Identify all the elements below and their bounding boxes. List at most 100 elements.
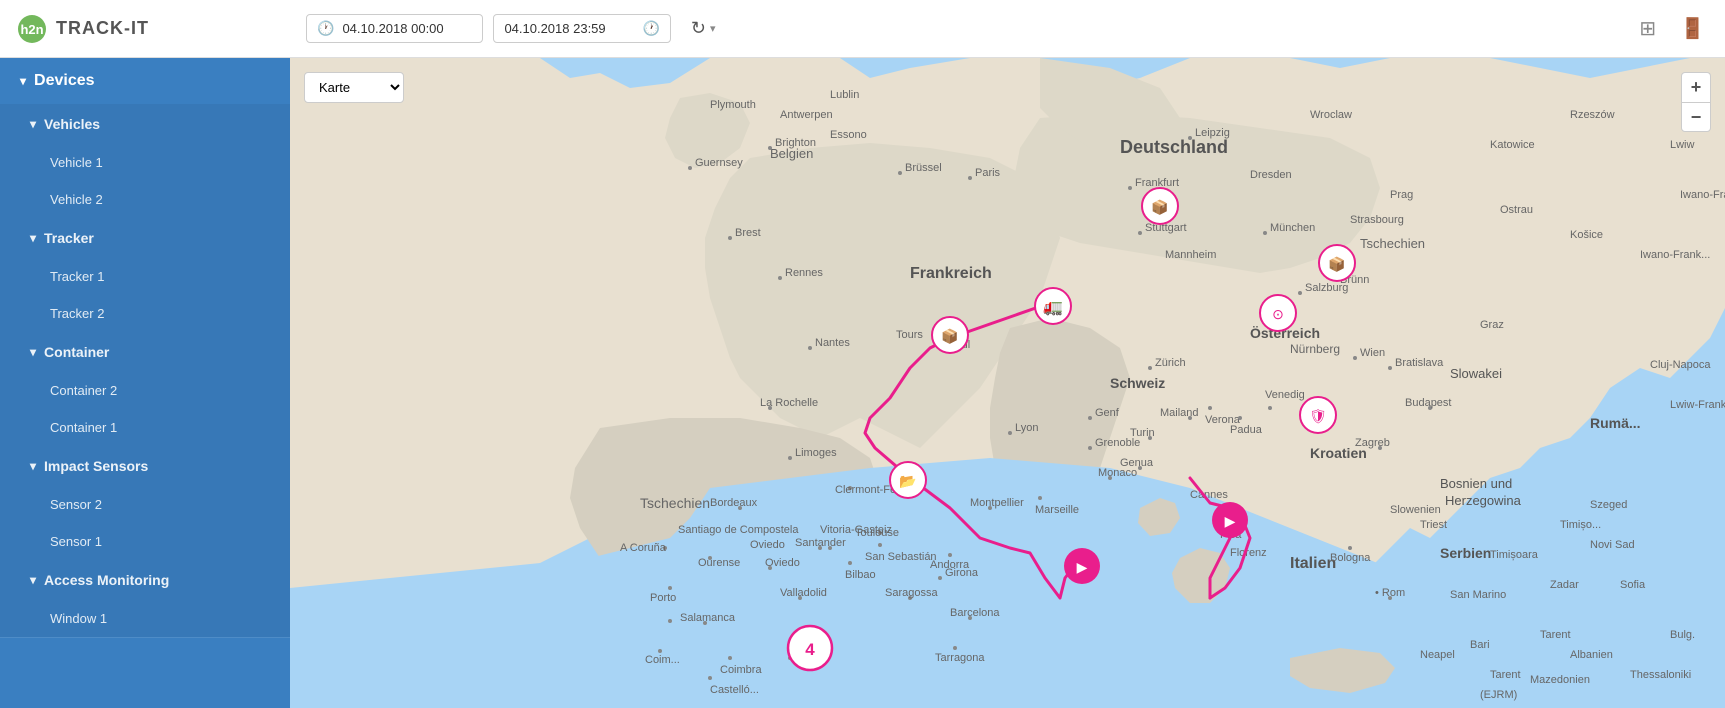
svg-text:Marseille: Marseille — [1035, 504, 1079, 516]
svg-text:Tarent: Tarent — [1490, 669, 1521, 681]
map-area[interactable]: Karte Satellit Hybrid + − — [290, 58, 1725, 708]
map-type-dropdown[interactable]: Karte Satellit Hybrid — [304, 72, 404, 103]
svg-text:Thessaloniki: Thessaloniki — [1630, 669, 1691, 681]
svg-text:Prag: Prag — [1390, 189, 1413, 201]
svg-text:Andorra: Andorra — [930, 559, 970, 571]
svg-text:Bulg.: Bulg. — [1670, 629, 1695, 641]
svg-text:Slowakei: Slowakei — [1450, 366, 1502, 381]
vehicles-label: Vehicles — [44, 116, 100, 132]
sidebar-item-vehicle1[interactable]: Vehicle 1 — [0, 144, 290, 181]
datetime-end-field[interactable]: 🕐 — [493, 14, 670, 43]
zoom-in-button[interactable]: + — [1681, 72, 1711, 102]
svg-text:Mannheim: Mannheim — [1165, 249, 1216, 261]
sidebar-item-sensor1[interactable]: Sensor 1 — [0, 523, 290, 560]
svg-text:Wien: Wien — [1360, 347, 1385, 359]
svg-text:Lublin: Lublin — [830, 89, 859, 101]
svg-text:Tarent: Tarent — [1540, 629, 1571, 641]
sidebar-subgroup-container: ▾ Container Container 2 Container 1 — [0, 332, 290, 446]
tracker-chevron: ▾ — [30, 231, 36, 245]
svg-text:Essono: Essono — [830, 129, 867, 141]
header-right: ⊞ 🚪 — [1635, 12, 1709, 45]
sidebar-item-tracker2[interactable]: Tracker 2 — [0, 295, 290, 332]
container-subheader[interactable]: ▾ Container — [0, 332, 290, 372]
svg-text:Salamanca: Salamanca — [680, 612, 736, 624]
svg-text:Brüssel: Brüssel — [905, 162, 942, 174]
sidebar-subgroup-impact-sensors: ▾ Impact Sensors Sensor 2 Sensor 1 — [0, 446, 290, 560]
sidebar-item-sensor2[interactable]: Sensor 2 — [0, 486, 290, 523]
svg-text:Mailand: Mailand — [1160, 407, 1199, 419]
access-monitoring-subheader[interactable]: ▾ Access Monitoring — [0, 560, 290, 600]
svg-text:Coimbra: Coimbra — [720, 664, 762, 676]
svg-text:Tours: Tours — [896, 329, 923, 341]
logo-icon: h2n — [16, 13, 48, 45]
svg-text:Schweiz: Schweiz — [1110, 375, 1165, 391]
grid-icon: ⊞ — [1639, 18, 1656, 40]
map-type-selector[interactable]: Karte Satellit Hybrid — [304, 72, 404, 103]
svg-text:⊙: ⊙ — [1272, 306, 1284, 322]
svg-text:(EJRM): (EJRM) — [1480, 689, 1517, 701]
svg-text:Bilbao: Bilbao — [845, 569, 876, 581]
svg-text:Rzeszów: Rzeszów — [1570, 109, 1615, 121]
tracker-label: Tracker — [44, 230, 94, 246]
svg-text:Strasbourg: Strasbourg — [1350, 214, 1404, 226]
svg-text:Neapel: Neapel — [1420, 649, 1455, 661]
svg-text:Vitoria-Gasteiz: Vitoria-Gasteiz — [820, 524, 892, 536]
svg-text:Turin: Turin — [1130, 427, 1155, 439]
container-label: Container — [44, 344, 109, 360]
svg-text:Santander: Santander — [795, 537, 846, 549]
svg-text:Oviedo: Oviedo — [765, 557, 800, 569]
svg-text:Bari: Bari — [1470, 639, 1490, 651]
svg-text:Plymouth: Plymouth — [710, 99, 756, 111]
sidebar-item-container2[interactable]: Container 2 — [0, 372, 290, 409]
svg-text:📦: 📦 — [1328, 256, 1345, 273]
svg-text:4: 4 — [805, 640, 815, 659]
datetime-start-input[interactable] — [342, 21, 472, 36]
svg-text:📂: 📂 — [899, 473, 916, 489]
svg-text:Tarragona: Tarragona — [935, 652, 985, 664]
container-chevron: ▾ — [30, 345, 36, 359]
impact-sensors-label: Impact Sensors — [44, 458, 148, 474]
svg-text:• Rom: • Rom — [1375, 587, 1405, 599]
sidebar-devices-header[interactable]: ▾ Devices — [0, 58, 290, 104]
header-controls: 🕐 🕐 ↻ ▾ — [306, 12, 1635, 45]
zoom-out-button[interactable]: − — [1681, 102, 1711, 132]
svg-text:Brest: Brest — [735, 227, 761, 239]
sidebar-item-window1[interactable]: Window 1 — [0, 600, 290, 637]
datetime-start-field[interactable]: 🕐 — [306, 14, 483, 43]
exit-icon: 🚪 — [1680, 18, 1705, 40]
svg-text:Florenz: Florenz — [1230, 547, 1267, 559]
sidebar-item-container1[interactable]: Container 1 — [0, 409, 290, 446]
svg-text:Iwano-Frank...: Iwano-Frank... — [1680, 189, 1725, 201]
access-monitoring-chevron: ▾ — [30, 573, 36, 587]
svg-text:Genf: Genf — [1095, 407, 1120, 419]
tracker-subheader[interactable]: ▾ Tracker — [0, 218, 290, 258]
svg-text:San Marino: San Marino — [1450, 589, 1506, 601]
svg-text:Ostrau: Ostrau — [1500, 204, 1533, 216]
svg-text:Cluj-Napoca: Cluj-Napoca — [1650, 359, 1711, 371]
svg-text:▶: ▶ — [1225, 513, 1236, 529]
sidebar-item-tracker1[interactable]: Tracker 1 — [0, 258, 290, 295]
svg-text:Budapest: Budapest — [1405, 397, 1451, 409]
svg-text:Castelló...: Castelló... — [710, 684, 759, 696]
refresh-button[interactable]: ↻ ▾ — [681, 12, 726, 45]
svg-text:Lyon: Lyon — [1015, 422, 1038, 434]
svg-text:Košice: Košice — [1570, 229, 1603, 241]
svg-text:Nürnberg: Nürnberg — [1290, 342, 1340, 356]
svg-text:Iwano-Frank...: Iwano-Frank... — [1640, 249, 1710, 261]
svg-text:Zadar: Zadar — [1550, 579, 1579, 591]
svg-text:Lwiw-Frank...: Lwiw-Frank... — [1670, 399, 1725, 411]
impact-sensors-subheader[interactable]: ▾ Impact Sensors — [0, 446, 290, 486]
svg-text:Novi Sad: Novi Sad — [1590, 539, 1635, 551]
svg-text:Frankreich: Frankreich — [910, 265, 992, 282]
sidebar-item-vehicle2[interactable]: Vehicle 2 — [0, 181, 290, 218]
svg-text:🛡: 🛡 — [1309, 408, 1327, 424]
vehicles-subheader[interactable]: ▾ Vehicles — [0, 104, 290, 144]
svg-text:Albanien: Albanien — [1570, 649, 1613, 661]
datetime-end-input[interactable] — [504, 21, 634, 36]
svg-text:Genua: Genua — [1120, 457, 1154, 469]
grid-button[interactable]: ⊞ — [1635, 12, 1660, 45]
exit-button[interactable]: 🚪 — [1676, 12, 1709, 45]
svg-text:🚛: 🚛 — [1043, 299, 1063, 316]
svg-text:Bordeaux: Bordeaux — [710, 497, 758, 509]
map-svg: Deutschland Frankreich Belgien Schweiz Ö… — [290, 58, 1725, 708]
